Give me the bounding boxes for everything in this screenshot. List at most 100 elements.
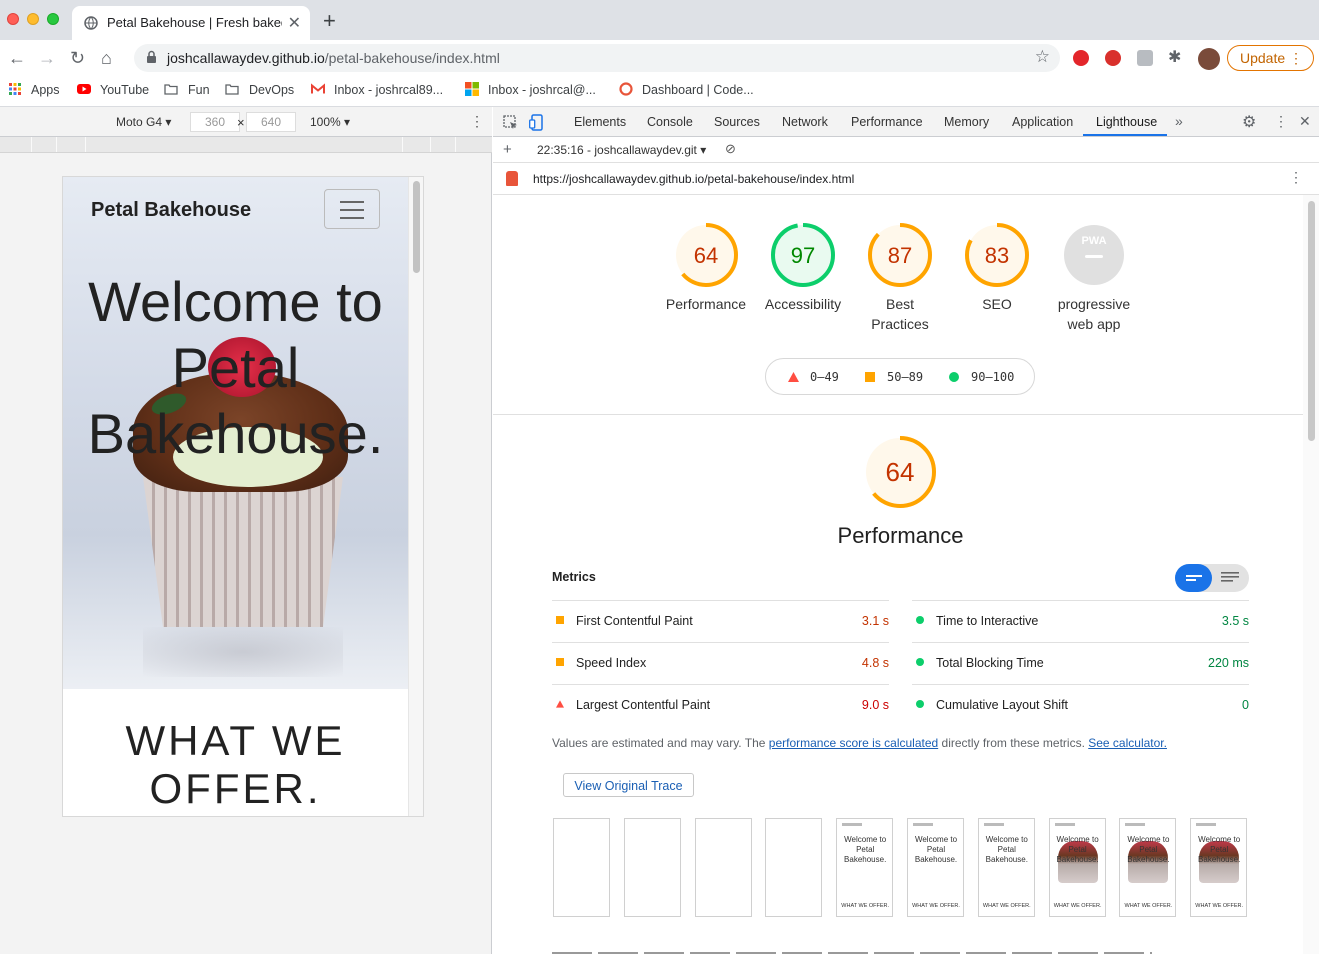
gauge-performance[interactable]: 64 Performance — [651, 222, 761, 314]
metric-value: 3.5 s — [1221, 614, 1249, 628]
compact-view-button[interactable] — [1175, 564, 1212, 592]
dimension-separator: × — [237, 115, 245, 130]
gauge-label: progressive web app — [1057, 296, 1131, 332]
performance-category-gauge[interactable]: 64 — [863, 435, 937, 509]
bookmark-youtube[interactable]: YouTube — [100, 83, 149, 97]
report-select[interactable]: 22:35:16 - joshcallawaydev.git ▾ — [537, 143, 706, 157]
view-original-trace-button[interactable]: View Original Trace — [563, 773, 694, 797]
frame-title: Welcome to Petal Bakehouse. — [914, 835, 958, 864]
profile-avatar[interactable] — [1198, 48, 1220, 70]
device-toolbar: Moto G4 ▾ 360 × 640 100% ▾ ⋮ — [0, 107, 492, 137]
width-input[interactable]: 360 — [190, 112, 240, 132]
tab-network[interactable]: Network — [782, 115, 828, 129]
gauge-progressive-web-app[interactable]: PWA progressive web app — [1039, 222, 1149, 334]
tab-lighthouse[interactable]: Lighthouse — [1096, 115, 1157, 129]
fail-triangle-icon — [788, 372, 799, 382]
metric-value: 220 ms — [1208, 656, 1249, 670]
clear-reports-icon[interactable]: ⊘ — [725, 141, 736, 157]
metric-value: 9.0 s — [861, 698, 889, 712]
gauge-ring: 64 — [674, 223, 738, 287]
close-window-button[interactable] — [7, 13, 19, 25]
gauge-accessibility[interactable]: 97 Accessibility — [748, 222, 858, 314]
expanded-lines-icon[interactable] — [1221, 572, 1239, 584]
tab-strip: Petal Bakehouse | Fresh baked ✕ + — [0, 0, 1319, 40]
report-url[interactable]: https://joshcallawaydev.github.io/petal-… — [533, 172, 854, 186]
hamburger-menu-button[interactable] — [324, 189, 380, 229]
bookmark-dashboard[interactable]: Dashboard | Code... — [642, 83, 754, 97]
pass-circle-icon — [916, 616, 924, 624]
site-brand[interactable]: Petal Bakehouse — [91, 199, 251, 222]
bookmark-apps[interactable]: Apps — [31, 83, 60, 97]
more-tabs-icon[interactable]: » — [1175, 113, 1183, 129]
new-report-icon[interactable]: + — [503, 141, 512, 158]
forward-icon[interactable]: → — [38, 48, 56, 68]
reload-icon[interactable]: ↻ — [70, 48, 85, 68]
see-calculator-link[interactable]: See calculator. — [1088, 736, 1167, 750]
close-tab-icon[interactable]: ✕ — [288, 13, 301, 33]
gauge-best-practices[interactable]: 87 Best Practices — [845, 222, 955, 334]
frame-offer: WHAT WE OFFER. — [982, 903, 1031, 909]
maximize-window-button[interactable] — [47, 13, 59, 25]
bookmark-inbox-outlook[interactable]: Inbox - joshrcal@... — [488, 83, 596, 97]
gauge-ring: PWA — [1064, 225, 1124, 285]
metric-name: Time to Interactive — [936, 614, 1039, 628]
bookmark-inbox-gmail[interactable]: Inbox - joshrcal89... — [334, 83, 443, 97]
extensions-puzzle-icon[interactable]: ✱ — [1168, 48, 1181, 68]
frame-title: Welcome to Petal Bakehouse. — [1056, 835, 1099, 864]
abp-icon[interactable] — [1105, 50, 1121, 66]
average-square-icon — [556, 658, 564, 666]
tab-elements[interactable]: Elements — [574, 115, 626, 129]
height-input[interactable]: 640 — [246, 112, 296, 132]
media-query-ruler[interactable] — [0, 137, 492, 153]
tab-application[interactable]: Application — [1012, 115, 1073, 129]
extension-icon[interactable] — [1137, 50, 1153, 66]
customize-menu-icon[interactable]: ⋮ — [1274, 113, 1288, 130]
inspect-element-icon[interactable] — [503, 115, 518, 130]
metric-row: Time to Interactive 3.5 s — [912, 600, 1249, 642]
device-select[interactable]: Moto G4 ▾ — [116, 115, 171, 129]
viewport-scrollbar[interactable] — [408, 177, 423, 816]
frame-title: Welcome to Petal Bakehouse. — [985, 835, 1028, 864]
metric-name: First Contentful Paint — [576, 614, 693, 628]
filmstrip-frame: Welcome to Petal Bakehouse. WHAT WE OFFER… — [907, 818, 964, 917]
close-devtools-icon[interactable]: ✕ — [1299, 113, 1311, 130]
bookmark-fun[interactable]: Fun — [188, 83, 210, 97]
filmstrip-frame — [553, 818, 610, 917]
settings-gear-icon[interactable]: ⚙ — [1242, 112, 1256, 132]
section-divider — [493, 414, 1303, 415]
filmstrip-frame: Welcome to Petal Bakehouse. WHAT WE OFFER… — [1119, 818, 1177, 917]
score-calculated-link[interactable]: performance score is calculated — [769, 736, 938, 750]
update-button[interactable]: Update ⋮ — [1227, 45, 1314, 71]
tab-performance[interactable]: Performance — [851, 115, 923, 129]
home-icon[interactable]: ⌂ — [101, 48, 112, 68]
zoom-select[interactable]: 100% ▾ — [310, 115, 350, 129]
device-toggle-icon[interactable] — [529, 114, 543, 131]
devtools-scrollbar[interactable] — [1303, 195, 1319, 954]
gauge-label: Best Practices — [871, 296, 929, 332]
tab-console[interactable]: Console — [647, 115, 693, 129]
adblock-icon[interactable] — [1073, 50, 1089, 66]
globe-icon — [84, 16, 98, 30]
tab-memory[interactable]: Memory — [944, 115, 989, 129]
menu-dots-icon: ⋮ — [1289, 50, 1303, 66]
minimize-window-button[interactable] — [27, 13, 39, 25]
bookmark-devops[interactable]: DevOps — [249, 83, 294, 97]
more-options-icon[interactable]: ⋮ — [470, 113, 484, 130]
gauge-seo[interactable]: 83 SEO — [942, 222, 1052, 314]
report-menu-icon[interactable]: ⋮ — [1289, 169, 1303, 186]
lighthouse-logo-icon — [506, 171, 518, 186]
address-bar[interactable]: joshcallawaydev.github.io/petal-bakehous… — [134, 44, 1060, 72]
new-tab-button[interactable]: + — [323, 8, 336, 34]
metric-view-toggle[interactable] — [1175, 564, 1249, 592]
filmstrip-frame: Welcome to Petal Bakehouse. WHAT WE OFFER… — [1190, 818, 1248, 917]
bookmarks-bar: Apps YouTube Fun DevOps Inbox - joshrcal… — [0, 76, 1319, 107]
device-emulation-pane: Moto G4 ▾ 360 × 640 100% ▾ ⋮ Petal Bakeh… — [0, 107, 492, 954]
bookmark-star-icon[interactable]: ☆ — [1035, 47, 1050, 67]
folder-icon — [225, 84, 239, 95]
browser-tab[interactable]: Petal Bakehouse | Fresh baked ✕ — [72, 6, 310, 40]
report-url-bar: https://joshcallawaydev.github.io/petal-… — [493, 163, 1319, 195]
back-icon[interactable]: ← — [8, 48, 26, 68]
filmstrip-frame — [765, 818, 823, 917]
tab-sources[interactable]: Sources — [714, 115, 760, 129]
devtools-tab-bar: Elements Console Sources Network Perform… — [493, 107, 1319, 137]
